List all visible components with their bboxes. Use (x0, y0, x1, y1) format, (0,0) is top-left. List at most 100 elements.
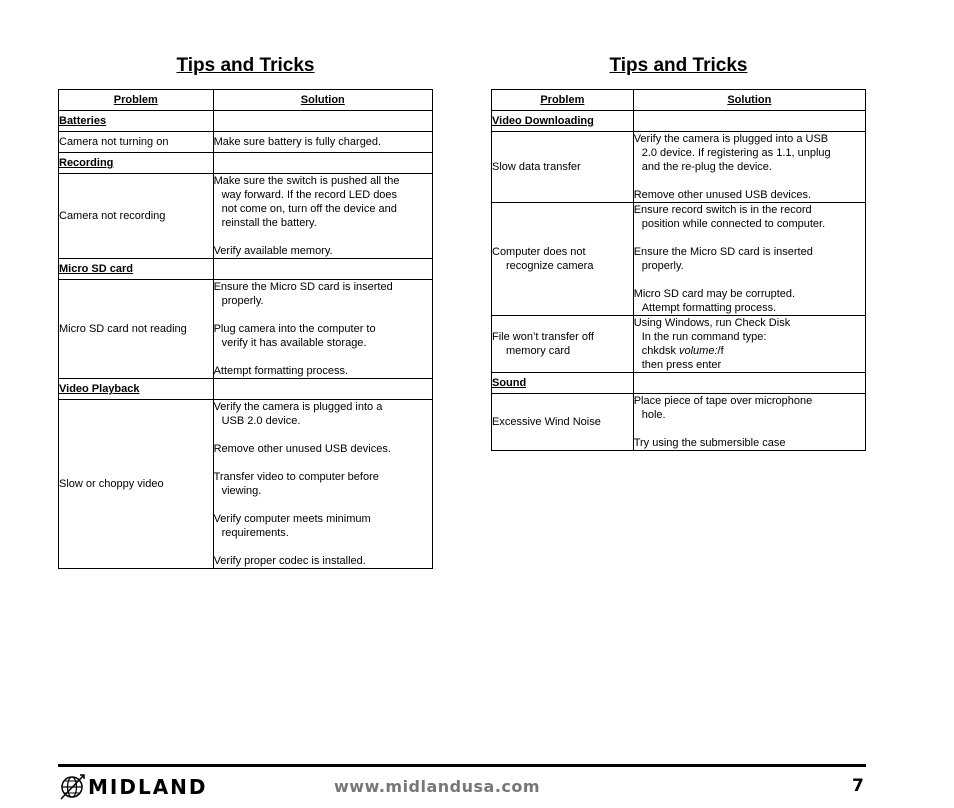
website-url[interactable]: www.midlandusa.com (334, 777, 540, 796)
table-row: Excessive Wind Noise Place piece of tape … (491, 393, 867, 451)
solution-text: not come on, turn off the device and (221, 203, 397, 215)
solution-paragraph: Place piece of tape over microphone hole. (634, 394, 865, 422)
solution-cell: Make sure battery is fully charged. (212, 131, 434, 153)
solution-cell: Ensure record switch is in the record pos… (632, 202, 867, 316)
solution-text: reinstall the battery. (221, 217, 317, 229)
problem-cell: Camera not turning on (58, 131, 214, 153)
header-solution: Solution (632, 89, 867, 111)
solution-text: Remove other unused USB devices. (633, 189, 812, 201)
category-empty-cell (632, 372, 867, 394)
category-label: Batteries (58, 110, 214, 132)
solution-text: chkdsk volume:/f (641, 345, 724, 357)
header-solution: Solution (212, 89, 434, 111)
category-label: Video Playback (58, 378, 214, 400)
solution-text: verify it has available storage. (221, 337, 367, 349)
solution-text: way forward. If the record LED does (221, 189, 398, 201)
category-label: Recording (58, 152, 214, 174)
solution-text: viewing. (221, 485, 262, 497)
solution-paragraph: Verify proper codec is installed. (214, 554, 432, 568)
header-problem: Problem (58, 89, 214, 111)
problem-cell: Camera not recording (58, 173, 214, 259)
category-row: Video Downloading (491, 110, 867, 132)
category-row: Recording (58, 152, 434, 174)
solution-text: In the run command type: (641, 331, 767, 343)
solution-text: Ensure the Micro SD card is inserted (213, 281, 393, 293)
table-row: Camera not recording Make sure the switch… (58, 173, 434, 259)
category-row: Sound (491, 372, 867, 394)
solution-paragraph: Verify available memory. (214, 244, 432, 258)
problem-cell: Micro SD card not reading (58, 279, 214, 379)
solution-paragraph: Transfer video to computer before viewing… (214, 470, 432, 498)
header-row: Problem Solution (491, 89, 867, 111)
page-title-right: Tips and Tricks (609, 55, 748, 76)
solution-text: Attempt formatting process. (213, 365, 349, 377)
tips-table-left: Problem Solution Batteries Camera not turni… (58, 89, 434, 569)
solution-cell: Place piece of tape over microphone hole.… (632, 393, 867, 451)
problem-text: recognize camera (506, 260, 594, 272)
midland-logo: MIDLAND (58, 772, 208, 802)
problem-text: Slow or choppy video (59, 478, 164, 490)
tips-table-right: Problem Solution Video Downloading Slow dat… (491, 89, 867, 451)
solution-text: USB 2.0 device. (221, 415, 301, 427)
solution-paragraph: Using Windows, run Check Disk In the run … (634, 316, 865, 372)
solution-text: Remove other unused USB devices. (213, 443, 391, 455)
solution-text: hole. (641, 409, 666, 421)
solution-cell: Verify the camera is plugged into a USB 2… (632, 131, 867, 203)
solution-text: Micro SD card may be corrupted. (633, 288, 796, 300)
category-row: Video Playback (58, 378, 434, 400)
solution-paragraph: Plug camera into the computer to verify i… (214, 322, 432, 350)
solution-cell: Using Windows, run Check Disk In the run … (632, 315, 867, 373)
problem-cell: Slow data transfer (491, 131, 634, 203)
solution-paragraph: Attempt formatting process. (214, 364, 432, 378)
category-empty-cell (212, 110, 434, 132)
solution-paragraph: Ensure record switch is in the record pos… (634, 203, 865, 231)
table-row: Slow or choppy video Verify the camera is… (58, 399, 434, 569)
problem-cell: File won’t transfer off memory card (491, 315, 634, 373)
solution-text: Make sure battery is fully charged. (213, 136, 382, 148)
table-row: Micro SD card not reading Ensure the Micr… (58, 279, 434, 379)
solution-paragraph: Remove other unused USB devices. (634, 188, 865, 202)
category-label: Video Downloading (491, 110, 634, 132)
problem-text: Camera not recording (59, 210, 166, 222)
solution-text: Try using the submersible case (633, 437, 786, 449)
solution-paragraph: Verify computer meets minimum requirement… (214, 512, 432, 540)
problem-text: File won’t transfer off (492, 331, 594, 343)
solution-text: 2.0 device. If registering as 1.1, unplu… (641, 147, 831, 159)
problem-text: Slow data transfer (492, 161, 581, 173)
solution-cell: Make sure the switch is pushed all the wa… (212, 173, 434, 259)
solution-text: Place piece of tape over microphone (633, 395, 813, 407)
solution-text: position while connected to computer. (641, 218, 826, 230)
solution-text: Verify proper codec is installed. (213, 555, 366, 567)
page-title-left: Tips and Tricks (176, 55, 315, 76)
solution-paragraph: Ensure the Micro SD card is inserted prop… (214, 280, 432, 308)
page-number: 7 (852, 776, 864, 796)
footer-rule (58, 764, 866, 767)
category-empty-cell (212, 258, 434, 280)
solution-text: Verify available memory. (213, 245, 333, 257)
solution-text: and the re-plug the device. (641, 161, 772, 173)
category-label: Sound (491, 372, 634, 394)
category-row: Batteries (58, 110, 434, 132)
problem-cell: Computer does not recognize camera (491, 202, 634, 316)
problem-text: Excessive Wind Noise (492, 416, 601, 428)
problem-text: Micro SD card not reading (59, 323, 187, 335)
globe-icon (60, 774, 85, 800)
solution-paragraph: Remove other unused USB devices. (214, 442, 432, 456)
problem-text: Camera not turning on (59, 136, 169, 148)
solution-text: Ensure record switch is in the record (633, 204, 812, 216)
category-empty-cell (212, 152, 434, 174)
solution-paragraph: Ensure the Micro SD card is inserted prop… (634, 245, 865, 273)
problem-text: memory card (506, 345, 571, 357)
solution-cell: Verify the camera is plugged into a USB 2… (212, 399, 434, 569)
table-row: File won’t transfer off memory card Using … (491, 315, 867, 373)
solution-text: Attempt formatting process. (641, 302, 777, 314)
solution-text: Make sure the switch is pushed all the (213, 175, 400, 187)
solution-paragraph: Verify the camera is plugged into a USB 2… (214, 400, 432, 428)
solution-text: Verify computer meets minimum (213, 513, 371, 525)
solution-text: Ensure the Micro SD card is inserted (633, 246, 813, 258)
solution-paragraph: Make sure battery is fully charged. (214, 135, 432, 149)
solution-text: Using Windows, run Check Disk (633, 317, 791, 329)
solution-text: properly. (221, 295, 264, 307)
category-empty-cell (212, 378, 434, 400)
solution-text: Verify the camera is plugged into a (213, 401, 383, 413)
